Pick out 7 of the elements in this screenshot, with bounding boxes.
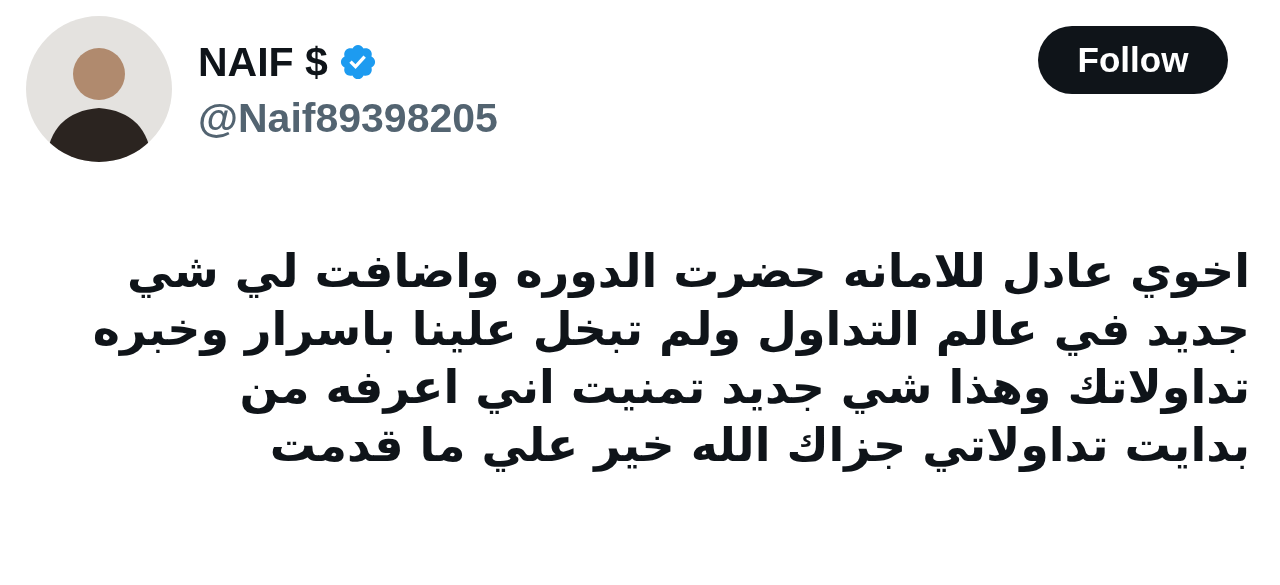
tweet-text-line: جديد في عالم التداول ولم تبخل علينا باسرار وخبره (92, 301, 1250, 358)
author-handle[interactable]: @Naif89398205 (198, 94, 498, 142)
author-name: NAIF $ (198, 38, 328, 86)
tweet-text-line: اخوي عادل للامانه حضرت الدوره واضافت لي شي (127, 243, 1250, 300)
tweet-text-line: بدايت تداولاتي جزاك الله خير علي ما قدمت (269, 417, 1250, 474)
tweet-text-line: تداولاتك وهذا شي جديد تمنيت اني اعرفه من (239, 359, 1250, 416)
follow-button[interactable]: Follow (1038, 26, 1228, 94)
